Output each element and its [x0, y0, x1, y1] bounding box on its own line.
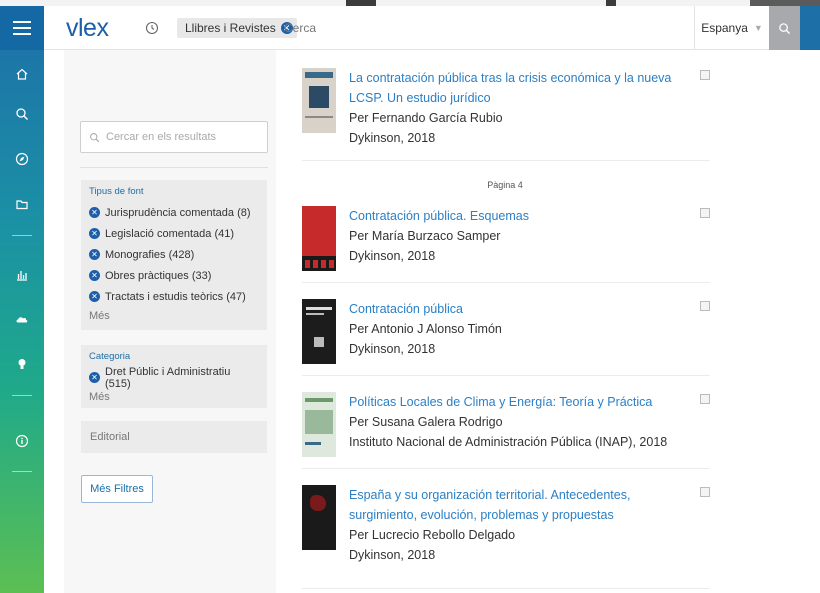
- result-checkbox[interactable]: [700, 208, 710, 218]
- nav-divider: [12, 235, 32, 236]
- filter-panel: Tipus de font ✕ Jurisprudència comentada …: [64, 50, 276, 593]
- vlex-logo[interactable]: vlex: [66, 14, 109, 43]
- remove-icon[interactable]: ✕: [89, 270, 100, 281]
- result-checkbox[interactable]: [700, 70, 710, 80]
- divider: [80, 167, 268, 168]
- remove-icon[interactable]: ✕: [89, 372, 100, 383]
- result-title[interactable]: La contratación pública tras la crisis e…: [349, 68, 699, 108]
- filter-item[interactable]: ✕ Obres pràctiques (33): [89, 265, 259, 286]
- chevron-down-icon: ▼: [753, 23, 763, 33]
- country-label: Espanya: [701, 21, 748, 35]
- filter-chip-label: Llibres i Revistes: [185, 21, 276, 35]
- lightbulb-icon[interactable]: [0, 354, 44, 374]
- info-icon[interactable]: [0, 431, 44, 451]
- menu-button[interactable]: [0, 6, 44, 50]
- book-cover[interactable]: [302, 206, 336, 271]
- filter-title: Categoria: [89, 351, 131, 362]
- result-item: Contratación pública. Esquemas Per María…: [300, 206, 720, 276]
- result-title[interactable]: España y su organización territorial. An…: [349, 485, 699, 525]
- search-input[interactable]: [284, 16, 684, 40]
- divider: [302, 375, 710, 376]
- account-button[interactable]: [800, 6, 820, 50]
- result-checkbox[interactable]: [700, 301, 710, 311]
- more-filters-button[interactable]: Més Filtres: [81, 475, 153, 503]
- search-button[interactable]: [769, 6, 800, 50]
- result-author: Per Susana Galera Rodrigo: [349, 415, 503, 429]
- cloud-icon[interactable]: [0, 309, 44, 329]
- result-publisher: Dykinson, 2018: [349, 249, 436, 263]
- filter-item[interactable]: ✕ Monografies (428): [89, 244, 259, 265]
- result-title[interactable]: Contratación pública. Esquemas: [349, 206, 699, 226]
- search-icon: [779, 22, 791, 34]
- book-cover[interactable]: [302, 392, 336, 457]
- result-info: Políticas Locales de Clima y Energía: Te…: [349, 392, 699, 452]
- divider: [302, 160, 710, 161]
- source-type-filter: Tipus de font ✕ Jurisprudència comentada …: [81, 180, 267, 330]
- result-author: Per María Burzaco Samper: [349, 229, 501, 243]
- filter-item-label: Jurisprudència comentada (8): [105, 206, 251, 219]
- result-author: Per Lucrecio Rebollo Delgado: [349, 528, 516, 542]
- result-info: Contratación pública Per Antonio J Alons…: [349, 299, 699, 359]
- results-search-input[interactable]: [106, 131, 266, 143]
- home-icon[interactable]: [0, 64, 44, 84]
- result-title[interactable]: Contratación pública: [349, 299, 699, 319]
- result-publisher: Instituto Nacional de Administración Púb…: [349, 435, 668, 449]
- filter-item[interactable]: ✕ Jurisprudència comentada (8): [89, 202, 259, 223]
- page-label: Pàgina 4: [487, 180, 523, 190]
- header: vlex Llibres i Revistes ✕ Espanya ▼: [44, 6, 820, 50]
- filter-item-label: Dret Públic i Administratiu (515): [105, 365, 231, 390]
- book-cover[interactable]: [302, 485, 336, 550]
- result-item: Contratación pública Per Antonio J Alons…: [300, 299, 720, 369]
- country-select[interactable]: Espanya ▼: [694, 6, 769, 50]
- nav-divider: [12, 395, 32, 396]
- result-item: Políticas Locales de Clima y Energía: Te…: [300, 392, 720, 462]
- filter-item-label: Legislació comentada (41): [105, 227, 235, 240]
- compass-icon[interactable]: [0, 149, 44, 169]
- filter-item[interactable]: ✕ Dret Públic i Administratiu (515): [89, 365, 259, 390]
- chart-icon[interactable]: [0, 265, 44, 285]
- filter-item-label: Tractats i estudis teòrics (47): [105, 290, 246, 303]
- filter-item[interactable]: ✕ Tractats i estudis teòrics (47): [89, 286, 259, 307]
- search-icon: [90, 132, 100, 142]
- remove-icon[interactable]: ✕: [89, 207, 100, 218]
- remove-icon[interactable]: ✕: [89, 249, 100, 260]
- more-link[interactable]: Més: [89, 310, 259, 322]
- filter-title: Tipus de font: [89, 186, 144, 197]
- book-cover[interactable]: [302, 299, 336, 364]
- search-icon[interactable]: [0, 104, 44, 124]
- divider: [302, 282, 710, 283]
- result-item: La contratación pública tras la crisis e…: [300, 68, 720, 168]
- result-info: España y su organización territorial. An…: [349, 485, 699, 565]
- filter-item-label: Obres pràctiques (33): [105, 269, 212, 282]
- results-search-field[interactable]: [80, 121, 268, 153]
- result-publisher: Dykinson, 2018: [349, 131, 436, 145]
- divider: [302, 588, 710, 589]
- result-publisher: Dykinson, 2018: [349, 342, 436, 356]
- filter-item-label: Monografies (428): [105, 248, 195, 261]
- divider: [302, 468, 710, 469]
- hamburger-icon: [13, 21, 31, 35]
- folder-icon[interactable]: [0, 194, 44, 214]
- left-nav: [0, 6, 44, 593]
- nav-divider: [12, 471, 32, 472]
- more-link[interactable]: Més: [89, 391, 259, 403]
- book-cover[interactable]: [302, 68, 336, 133]
- result-item: España y su organización territorial. An…: [300, 485, 720, 575]
- result-info: La contratación pública tras la crisis e…: [349, 68, 699, 148]
- results-list: La contratación pública tras la crisis e…: [300, 50, 720, 593]
- result-author: Per Antonio J Alonso Timón: [349, 322, 502, 336]
- result-info: Contratación pública. Esquemas Per María…: [349, 206, 699, 266]
- result-author: Per Fernando García Rubio: [349, 111, 503, 125]
- result-checkbox[interactable]: [700, 487, 710, 497]
- remove-icon[interactable]: ✕: [89, 291, 100, 302]
- history-icon[interactable]: [144, 20, 160, 36]
- filter-chip[interactable]: Llibres i Revistes ✕: [177, 18, 297, 38]
- filter-item[interactable]: ✕ Legislació comentada (41): [89, 223, 259, 244]
- result-publisher: Dykinson, 2018: [349, 548, 436, 562]
- editorial-filter[interactable]: Editorial: [81, 421, 267, 453]
- remove-icon[interactable]: ✕: [89, 228, 100, 239]
- category-filter: Categoria ✕ Dret Públic i Administratiu (…: [81, 345, 267, 408]
- result-checkbox[interactable]: [700, 394, 710, 404]
- result-title[interactable]: Políticas Locales de Clima y Energía: Te…: [349, 392, 699, 412]
